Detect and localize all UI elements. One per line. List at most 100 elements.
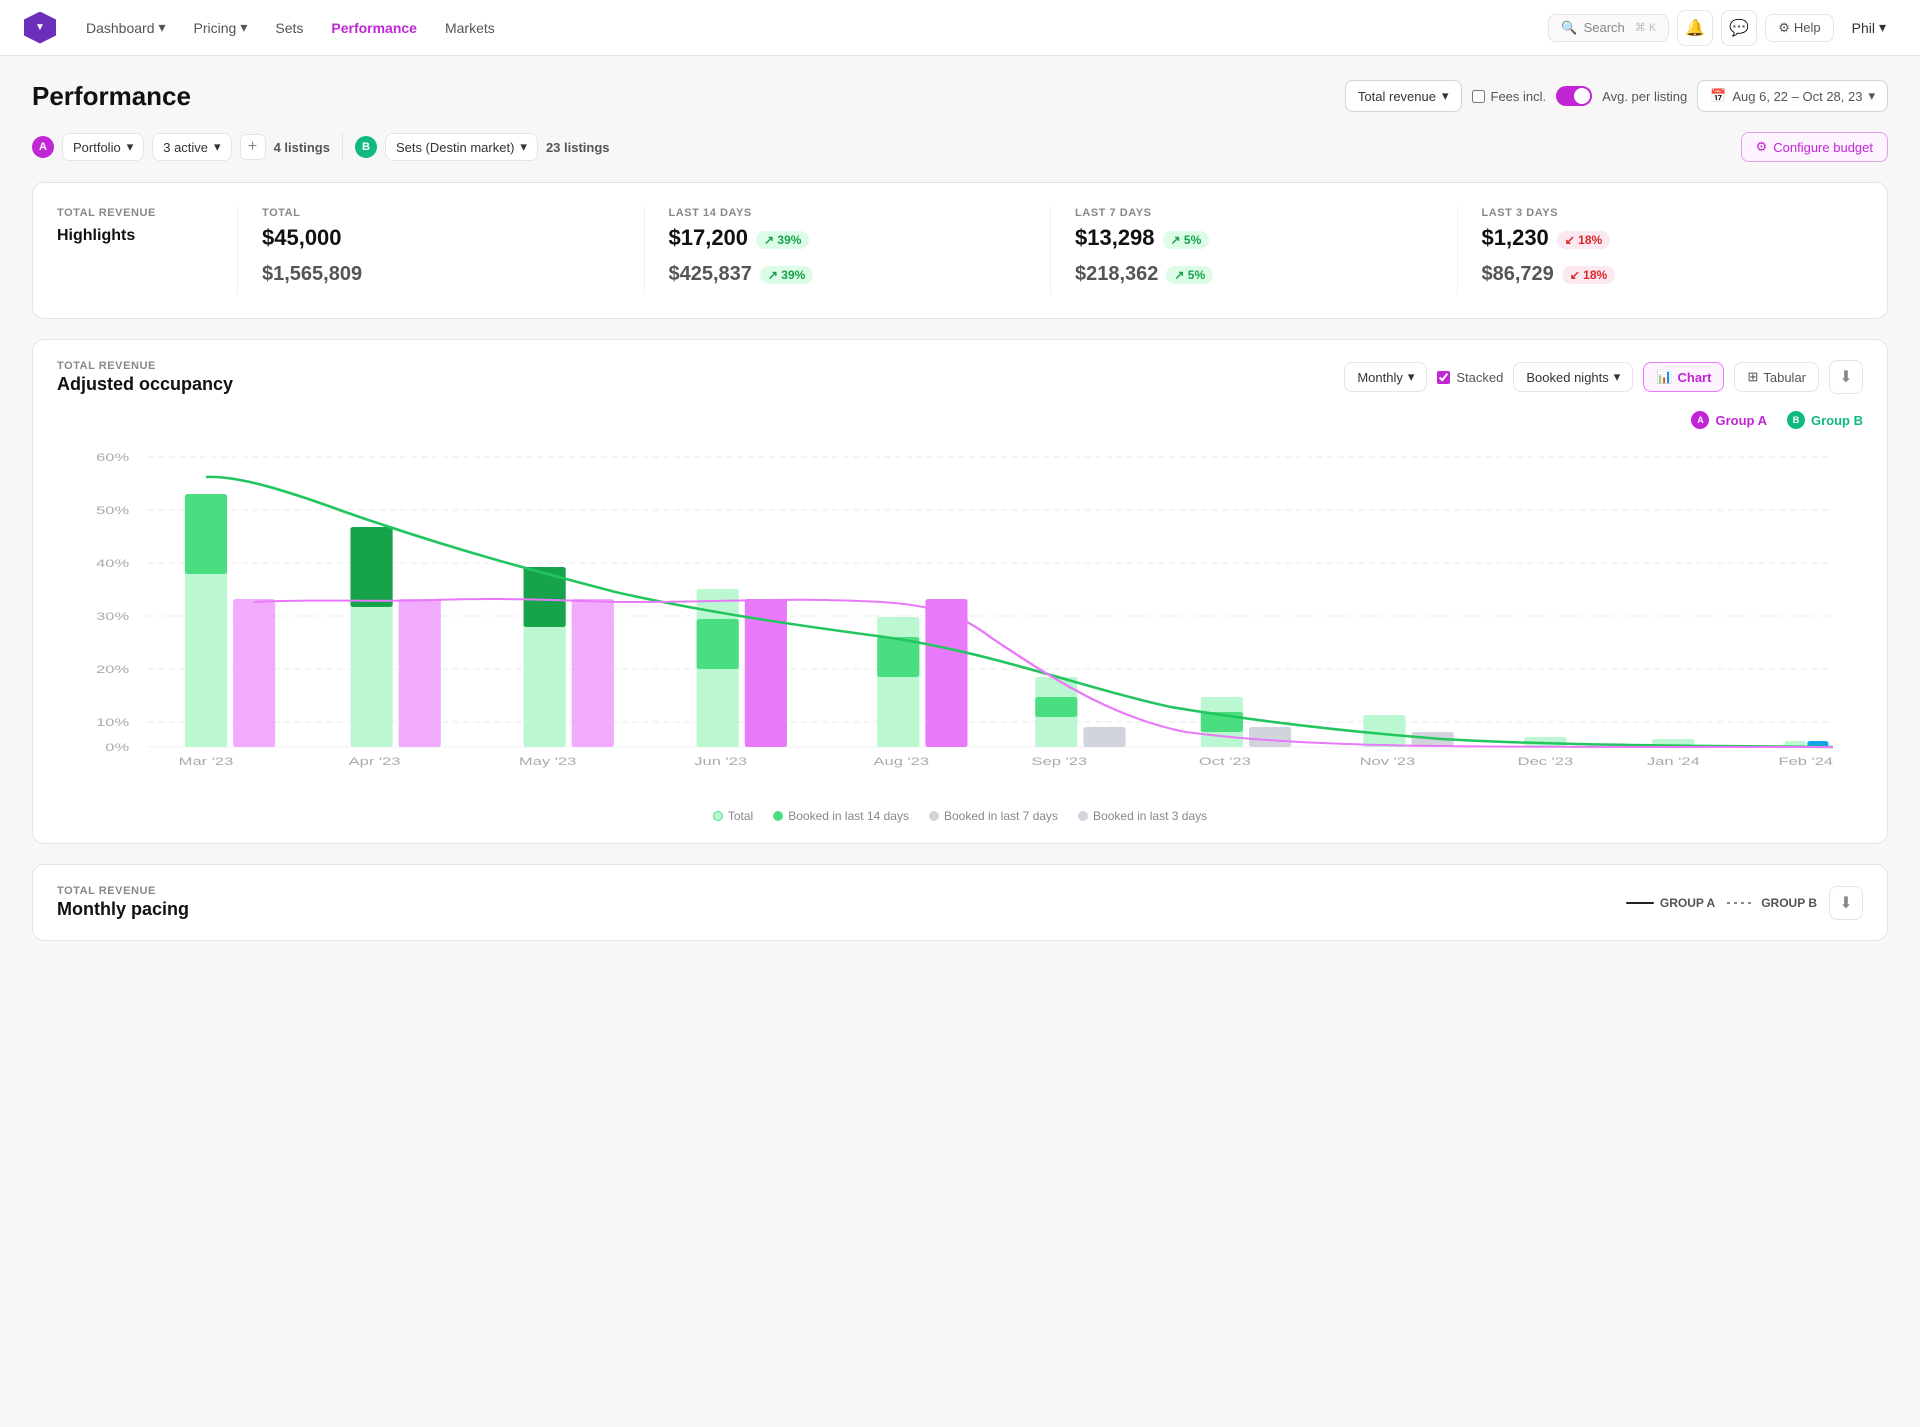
fees-checkbox[interactable]: Fees incl. xyxy=(1472,89,1547,104)
chevron-down-icon: ▾ xyxy=(520,139,527,155)
highlights-14d-col: LAST 14 DAYS $17,200 ↗ 39% $425,837 ↗ 39… xyxy=(644,207,1051,294)
bottom-title-group: TOTAL REVENUE Monthly pacing xyxy=(57,885,1626,920)
chart-title-group: TOTAL REVENUE Adjusted occupancy xyxy=(57,360,1344,395)
bar xyxy=(350,527,392,607)
portfolio-dropdown[interactable]: Portfolio ▾ xyxy=(62,133,144,161)
svg-text:20%: 20% xyxy=(96,663,129,676)
bar xyxy=(877,637,919,677)
gear-icon: ⚙ xyxy=(1756,139,1768,155)
highlights-total-col: TOTAL $45,000 $1,565,809 xyxy=(237,207,644,294)
svg-text:Nov '23: Nov '23 xyxy=(1360,755,1416,768)
page-header: Performance Total revenue ▾ Fees incl. A… xyxy=(32,80,1888,112)
add-filter-button[interactable]: + xyxy=(240,134,266,160)
nav-markets[interactable]: Markets xyxy=(435,14,505,42)
help-icon: ⚙ xyxy=(1778,20,1790,36)
bar xyxy=(697,619,739,669)
group-b-circle: B xyxy=(1787,411,1805,429)
period-dropdown[interactable]: Monthly ▾ xyxy=(1344,362,1427,392)
legend-7d: Booked in last 7 days xyxy=(929,809,1058,823)
svg-text:10%: 10% xyxy=(96,716,129,729)
search-shortcut: ⌘ K xyxy=(1635,21,1656,34)
bar xyxy=(1083,727,1125,747)
highlights-label-col: TOTAL REVENUE Highlights xyxy=(57,207,237,294)
sets-dropdown[interactable]: Sets (Destin market) ▾ xyxy=(385,133,538,161)
avg-per-listing-toggle[interactable] xyxy=(1556,86,1592,106)
nav-sets[interactable]: Sets xyxy=(265,14,313,42)
bar xyxy=(399,599,441,747)
svg-text:0%: 0% xyxy=(105,741,129,754)
metric-dropdown[interactable]: Total revenue ▾ xyxy=(1345,80,1462,112)
search-button[interactable]: 🔍 Search ⌘ K xyxy=(1548,14,1669,42)
legend-group-b: B Group B xyxy=(1787,411,1863,429)
user-menu[interactable]: Phil ▾ xyxy=(1842,14,1896,41)
configure-budget-button[interactable]: ⚙ Configure budget xyxy=(1741,132,1888,162)
chart-legend-top: A Group A B Group B xyxy=(57,411,1863,429)
bar xyxy=(925,599,967,747)
svg-text:Mar '23: Mar '23 xyxy=(179,755,234,768)
curve-group-a xyxy=(206,477,1833,747)
svg-text:30%: 30% xyxy=(96,610,129,623)
svg-text:May '23: May '23 xyxy=(519,755,577,768)
date-range-picker[interactable]: 📅 Aug 6, 22 – Oct 28, 23 ▾ xyxy=(1697,80,1888,112)
table-icon: ⊞ xyxy=(1747,369,1758,385)
stacked-checkbox[interactable]: Stacked xyxy=(1437,370,1503,385)
active-filter[interactable]: 3 active ▾ xyxy=(152,133,231,161)
svg-text:50%: 50% xyxy=(96,504,129,517)
bar xyxy=(185,494,227,574)
search-icon: 🔍 xyxy=(1561,20,1577,36)
chart-card: TOTAL REVENUE Adjusted occupancy Monthly… xyxy=(32,339,1888,844)
app-logo[interactable] xyxy=(24,12,56,44)
group-b-legend: GROUP B xyxy=(1727,896,1817,910)
page-title: Performance xyxy=(32,81,1329,112)
group-a-filter: A Portfolio ▾ 3 active ▾ + 4 listings xyxy=(32,133,330,161)
svg-text:Jan '24: Jan '24 xyxy=(1647,755,1700,768)
chevron-down-icon: ▾ xyxy=(214,139,221,155)
nights-dropdown[interactable]: Booked nights ▾ xyxy=(1513,362,1633,392)
highlights-grid: TOTAL REVENUE Highlights TOTAL $45,000 $… xyxy=(57,207,1863,294)
nav-dashboard[interactable]: Dashboard ▾ xyxy=(76,13,176,42)
svg-text:Feb '24: Feb '24 xyxy=(1778,755,1833,768)
bar xyxy=(1249,727,1291,747)
chevron-down-icon: ▾ xyxy=(1879,19,1886,36)
svg-text:Sep '23: Sep '23 xyxy=(1032,755,1088,768)
chart-header: TOTAL REVENUE Adjusted occupancy Monthly… xyxy=(57,360,1863,395)
filter-bar: A Portfolio ▾ 3 active ▾ + 4 listings B … xyxy=(32,132,1888,162)
chart-icon: 📊 xyxy=(1656,369,1672,385)
bar xyxy=(1035,697,1077,717)
group-b-badge: B xyxy=(355,136,377,158)
nav-performance[interactable]: Performance xyxy=(321,14,427,42)
bottom-header: TOTAL REVENUE Monthly pacing GROUP A GRO… xyxy=(57,885,1863,920)
pacing-download-button[interactable]: ⬇ xyxy=(1829,886,1863,920)
chevron-down-icon: ▾ xyxy=(1408,369,1415,385)
group-a-legend: GROUP A xyxy=(1626,896,1715,910)
highlights-7d-col: LAST 7 DAYS $13,298 ↗ 5% $218,362 ↗ 5% xyxy=(1050,207,1457,294)
download-button[interactable]: ⬇ xyxy=(1829,360,1863,394)
chart-controls: Monthly ▾ Stacked Booked nights ▾ 📊 Char… xyxy=(1344,360,1863,394)
svg-text:Jun '23: Jun '23 xyxy=(694,755,747,768)
chevron-down-icon: ▾ xyxy=(1614,369,1621,385)
header-controls: Total revenue ▾ Fees incl. Avg. per list… xyxy=(1345,80,1888,112)
chart-area: 60% 50% 40% 30% 20% 10% 0% xyxy=(57,437,1863,797)
tabular-view-button[interactable]: ⊞ Tabular xyxy=(1734,362,1819,392)
svg-text:Aug '23: Aug '23 xyxy=(874,755,930,768)
notifications-button[interactable]: 🔔 xyxy=(1677,10,1713,46)
legend-total: Total xyxy=(713,809,753,823)
svg-text:40%: 40% xyxy=(96,557,129,570)
help-button[interactable]: ⚙ Help xyxy=(1765,14,1833,42)
messages-button[interactable]: 💬 xyxy=(1721,10,1757,46)
svg-text:Dec '23: Dec '23 xyxy=(1518,755,1574,768)
bottom-controls: GROUP A GROUP B ⬇ xyxy=(1626,886,1863,920)
chevron-down-icon: ▾ xyxy=(127,139,134,155)
highlights-3d-col: LAST 3 DAYS $1,230 ↙ 18% $86,729 ↙ 18% xyxy=(1457,207,1864,294)
chevron-down-icon: ▾ xyxy=(1868,88,1875,104)
group-a-badge: A xyxy=(32,136,54,158)
chart-view-button[interactable]: 📊 Chart xyxy=(1643,362,1724,392)
bar xyxy=(233,599,275,747)
legend-group-a: A Group A xyxy=(1691,411,1767,429)
nav-pricing[interactable]: Pricing ▾ xyxy=(184,13,258,42)
page-content: Performance Total revenue ▾ Fees incl. A… xyxy=(0,56,1920,965)
calendar-icon: 📅 xyxy=(1710,88,1726,104)
navbar: Dashboard ▾ Pricing ▾ Sets Performance M… xyxy=(0,0,1920,56)
bar xyxy=(572,599,614,747)
monthly-pacing-card: TOTAL REVENUE Monthly pacing GROUP A GRO… xyxy=(32,864,1888,941)
